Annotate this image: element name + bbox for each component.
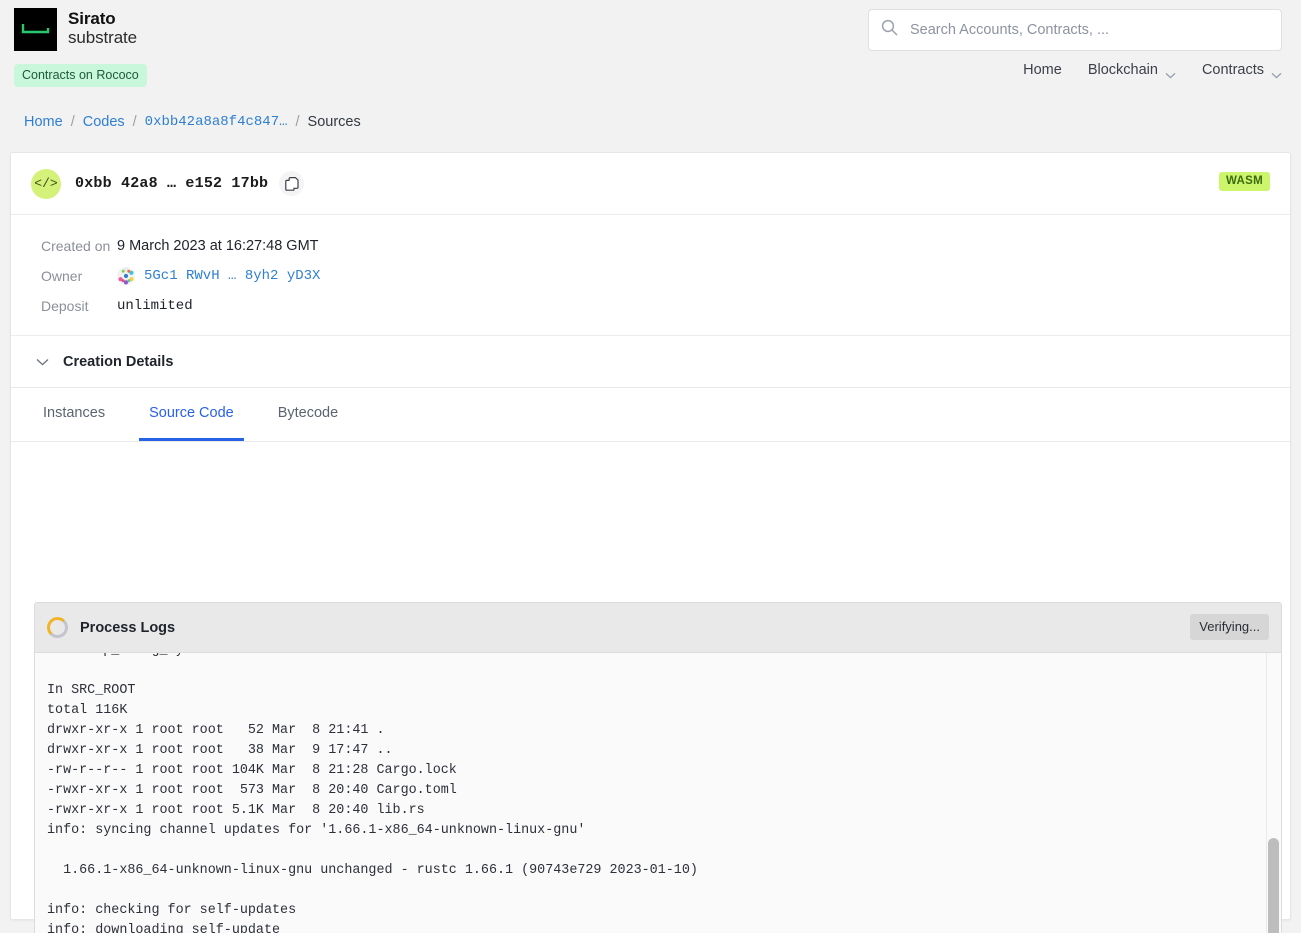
- metadata-row-deposit: Deposit unlimited: [11, 291, 1290, 321]
- code-metadata: Created on 9 March 2023 at 16:27:48 GMT …: [11, 215, 1290, 336]
- process-logs-body[interactable]: keep_debug_symbols: false In SRC_ROOT to…: [35, 653, 1281, 933]
- loading-spinner-icon: [47, 617, 68, 638]
- creation-details-title: Creation Details: [63, 354, 173, 370]
- tab-bar: Instances Source Code Bytecode: [11, 388, 1290, 442]
- metadata-value: 9 March 2023 at 16:27:48 GMT: [117, 238, 319, 254]
- sirato-logo-icon: [14, 8, 57, 51]
- tab-label: Bytecode: [278, 405, 338, 421]
- status-badge-verifying: Verifying...: [1190, 614, 1269, 640]
- nav-item-home[interactable]: Home: [1023, 62, 1062, 78]
- chevron-down-icon: [1271, 67, 1282, 74]
- tab-source-code[interactable]: Source Code: [139, 388, 244, 441]
- metadata-label: Owner: [11, 268, 117, 284]
- metadata-row-owner: Owner: [11, 261, 1290, 291]
- tab-label: Instances: [43, 405, 105, 421]
- search-box[interactable]: [868, 9, 1282, 51]
- scrollbar-track[interactable]: [1266, 653, 1281, 933]
- chevron-down-icon: [1165, 67, 1176, 74]
- breadcrumb-separator: /: [296, 114, 300, 130]
- page-root: Sirato substrate Contracts on Rococo Hom…: [0, 0, 1301, 933]
- nav-item-label: Blockchain: [1088, 62, 1158, 78]
- avatar: [117, 267, 135, 285]
- code-detail-card: </> 0xbb 42a8 … e152 17bb WASM Created o…: [10, 152, 1291, 920]
- creation-details-accordion[interactable]: Creation Details: [11, 336, 1290, 388]
- process-logs-panel: Process Logs Verifying... keep_debug_sym…: [34, 602, 1282, 933]
- process-logs-title: Process Logs: [80, 620, 175, 636]
- brand-subtitle: substrate: [68, 28, 137, 47]
- breadcrumb: Home / Codes / 0xbb42a8a8f4c847… / Sourc…: [24, 114, 361, 130]
- breadcrumb-item-codes[interactable]: Codes: [83, 114, 125, 130]
- process-logs-content: keep_debug_symbols: false In SRC_ROOT to…: [47, 653, 1251, 933]
- breadcrumb-item-code-hash[interactable]: 0xbb42a8a8f4c847…: [145, 114, 288, 130]
- brand[interactable]: Sirato substrate: [14, 8, 137, 51]
- metadata-value: 5Gc1 RWvH … 8yh2 yD3X: [117, 267, 320, 285]
- metadata-row-created-on: Created on 9 March 2023 at 16:27:48 GMT: [11, 231, 1290, 261]
- process-logs-header: Process Logs Verifying...: [35, 603, 1281, 653]
- status-badge-wasm: WASM: [1219, 172, 1270, 191]
- tab-instances[interactable]: Instances: [33, 388, 115, 441]
- breadcrumb-separator: /: [133, 114, 137, 130]
- chain-badge: Contracts on Rococo: [14, 64, 147, 87]
- copy-icon[interactable]: [279, 171, 304, 196]
- chevron-down-icon: [36, 353, 49, 371]
- nav-item-label: Contracts: [1202, 62, 1264, 78]
- top-bar: Sirato substrate Contracts on Rococo Hom…: [0, 0, 1301, 100]
- top-navigation: Home Blockchain Contracts: [1023, 62, 1282, 78]
- breadcrumb-item-home[interactable]: Home: [24, 114, 63, 130]
- search-input[interactable]: [908, 21, 1269, 39]
- brand-name: Sirato: [68, 9, 137, 28]
- tab-label: Source Code: [149, 405, 234, 421]
- nav-item-blockchain[interactable]: Blockchain: [1088, 62, 1176, 78]
- metadata-label: Deposit: [11, 298, 117, 314]
- breadcrumb-item-sources: Sources: [308, 114, 361, 130]
- search-icon: [881, 19, 898, 41]
- metadata-label: Created on: [11, 238, 117, 254]
- scrollbar-thumb[interactable]: [1268, 838, 1279, 933]
- nav-item-label: Home: [1023, 62, 1062, 78]
- breadcrumb-separator: /: [71, 114, 75, 130]
- tab-bytecode[interactable]: Bytecode: [268, 388, 348, 441]
- metadata-value: unlimited: [117, 298, 193, 314]
- code-hash-label: 0xbb 42a8 … e152 17bb: [75, 175, 268, 192]
- code-header: </> 0xbb 42a8 … e152 17bb WASM: [11, 153, 1290, 215]
- nav-item-contracts[interactable]: Contracts: [1202, 62, 1282, 78]
- owner-account-link[interactable]: 5Gc1 RWvH … 8yh2 yD3X: [144, 268, 320, 284]
- code-brackets-icon: </>: [31, 169, 61, 199]
